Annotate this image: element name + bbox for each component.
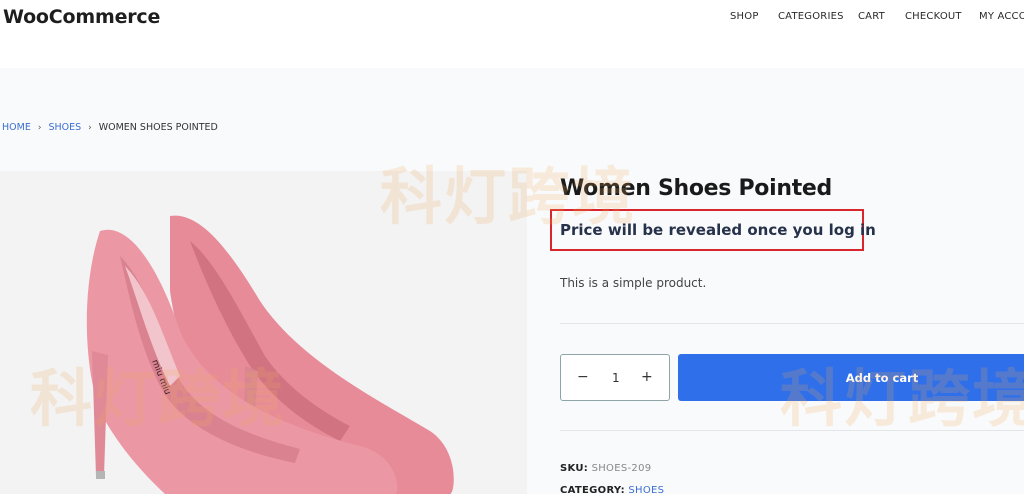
nav-item-shop[interactable]: SHOP xyxy=(730,11,759,22)
breadcrumb-current: WOMEN SHOES POINTED xyxy=(98,122,218,133)
breadcrumb: HOME › SHOES › WOMEN SHOES POINTED xyxy=(2,122,218,133)
quantity-value[interactable]: 1 xyxy=(612,371,620,385)
nav-item-categories[interactable]: CATEGORIES xyxy=(778,11,844,22)
product-sku: SKU: SHOES-209 xyxy=(560,463,651,474)
site-header: WooCommerce SHOP CATEGORIES CART CHECKOU… xyxy=(0,0,1024,68)
quantity-plus-button[interactable]: + xyxy=(641,369,653,385)
nav-item-my-account[interactable]: MY ACCO xyxy=(979,11,1024,22)
divider xyxy=(560,323,1024,324)
breadcrumb-home[interactable]: HOME xyxy=(2,122,31,133)
breadcrumb-separator: › xyxy=(37,123,42,133)
nav-item-cart[interactable]: CART xyxy=(858,11,885,22)
product-image[interactable]: miu miu xyxy=(0,171,527,494)
pink-pumps-image: miu miu xyxy=(86,215,454,494)
quantity-minus-button[interactable]: − xyxy=(577,369,589,385)
quantity-stepper[interactable]: − 1 + xyxy=(560,354,670,401)
add-to-cart-label: Add to cart xyxy=(845,371,919,385)
breadcrumb-shoes[interactable]: SHOES xyxy=(48,122,81,133)
product-category: CATEGORY: SHOES xyxy=(560,485,664,494)
divider xyxy=(560,430,1024,431)
add-to-cart-button[interactable]: Add to cart xyxy=(678,354,1024,401)
product-short-description: This is a simple product. xyxy=(560,276,707,290)
category-label: CATEGORY: xyxy=(560,485,625,494)
breadcrumb-separator: › xyxy=(88,123,92,133)
product-title: Women Shoes Pointed xyxy=(560,176,832,201)
main-nav: SHOP CATEGORIES CART CHECKOUT MY ACCO xyxy=(0,11,1024,25)
sku-value: SHOES-209 xyxy=(591,463,652,474)
price-login-notice: Price will be revealed once you log in xyxy=(560,221,876,239)
category-link[interactable]: SHOES xyxy=(628,485,664,494)
product-page: HOME › SHOES › WOMEN SHOES POINTED miu miu W… xyxy=(0,68,1024,494)
nav-item-checkout[interactable]: CHECKOUT xyxy=(905,11,962,22)
sku-label: SKU: xyxy=(560,463,589,474)
